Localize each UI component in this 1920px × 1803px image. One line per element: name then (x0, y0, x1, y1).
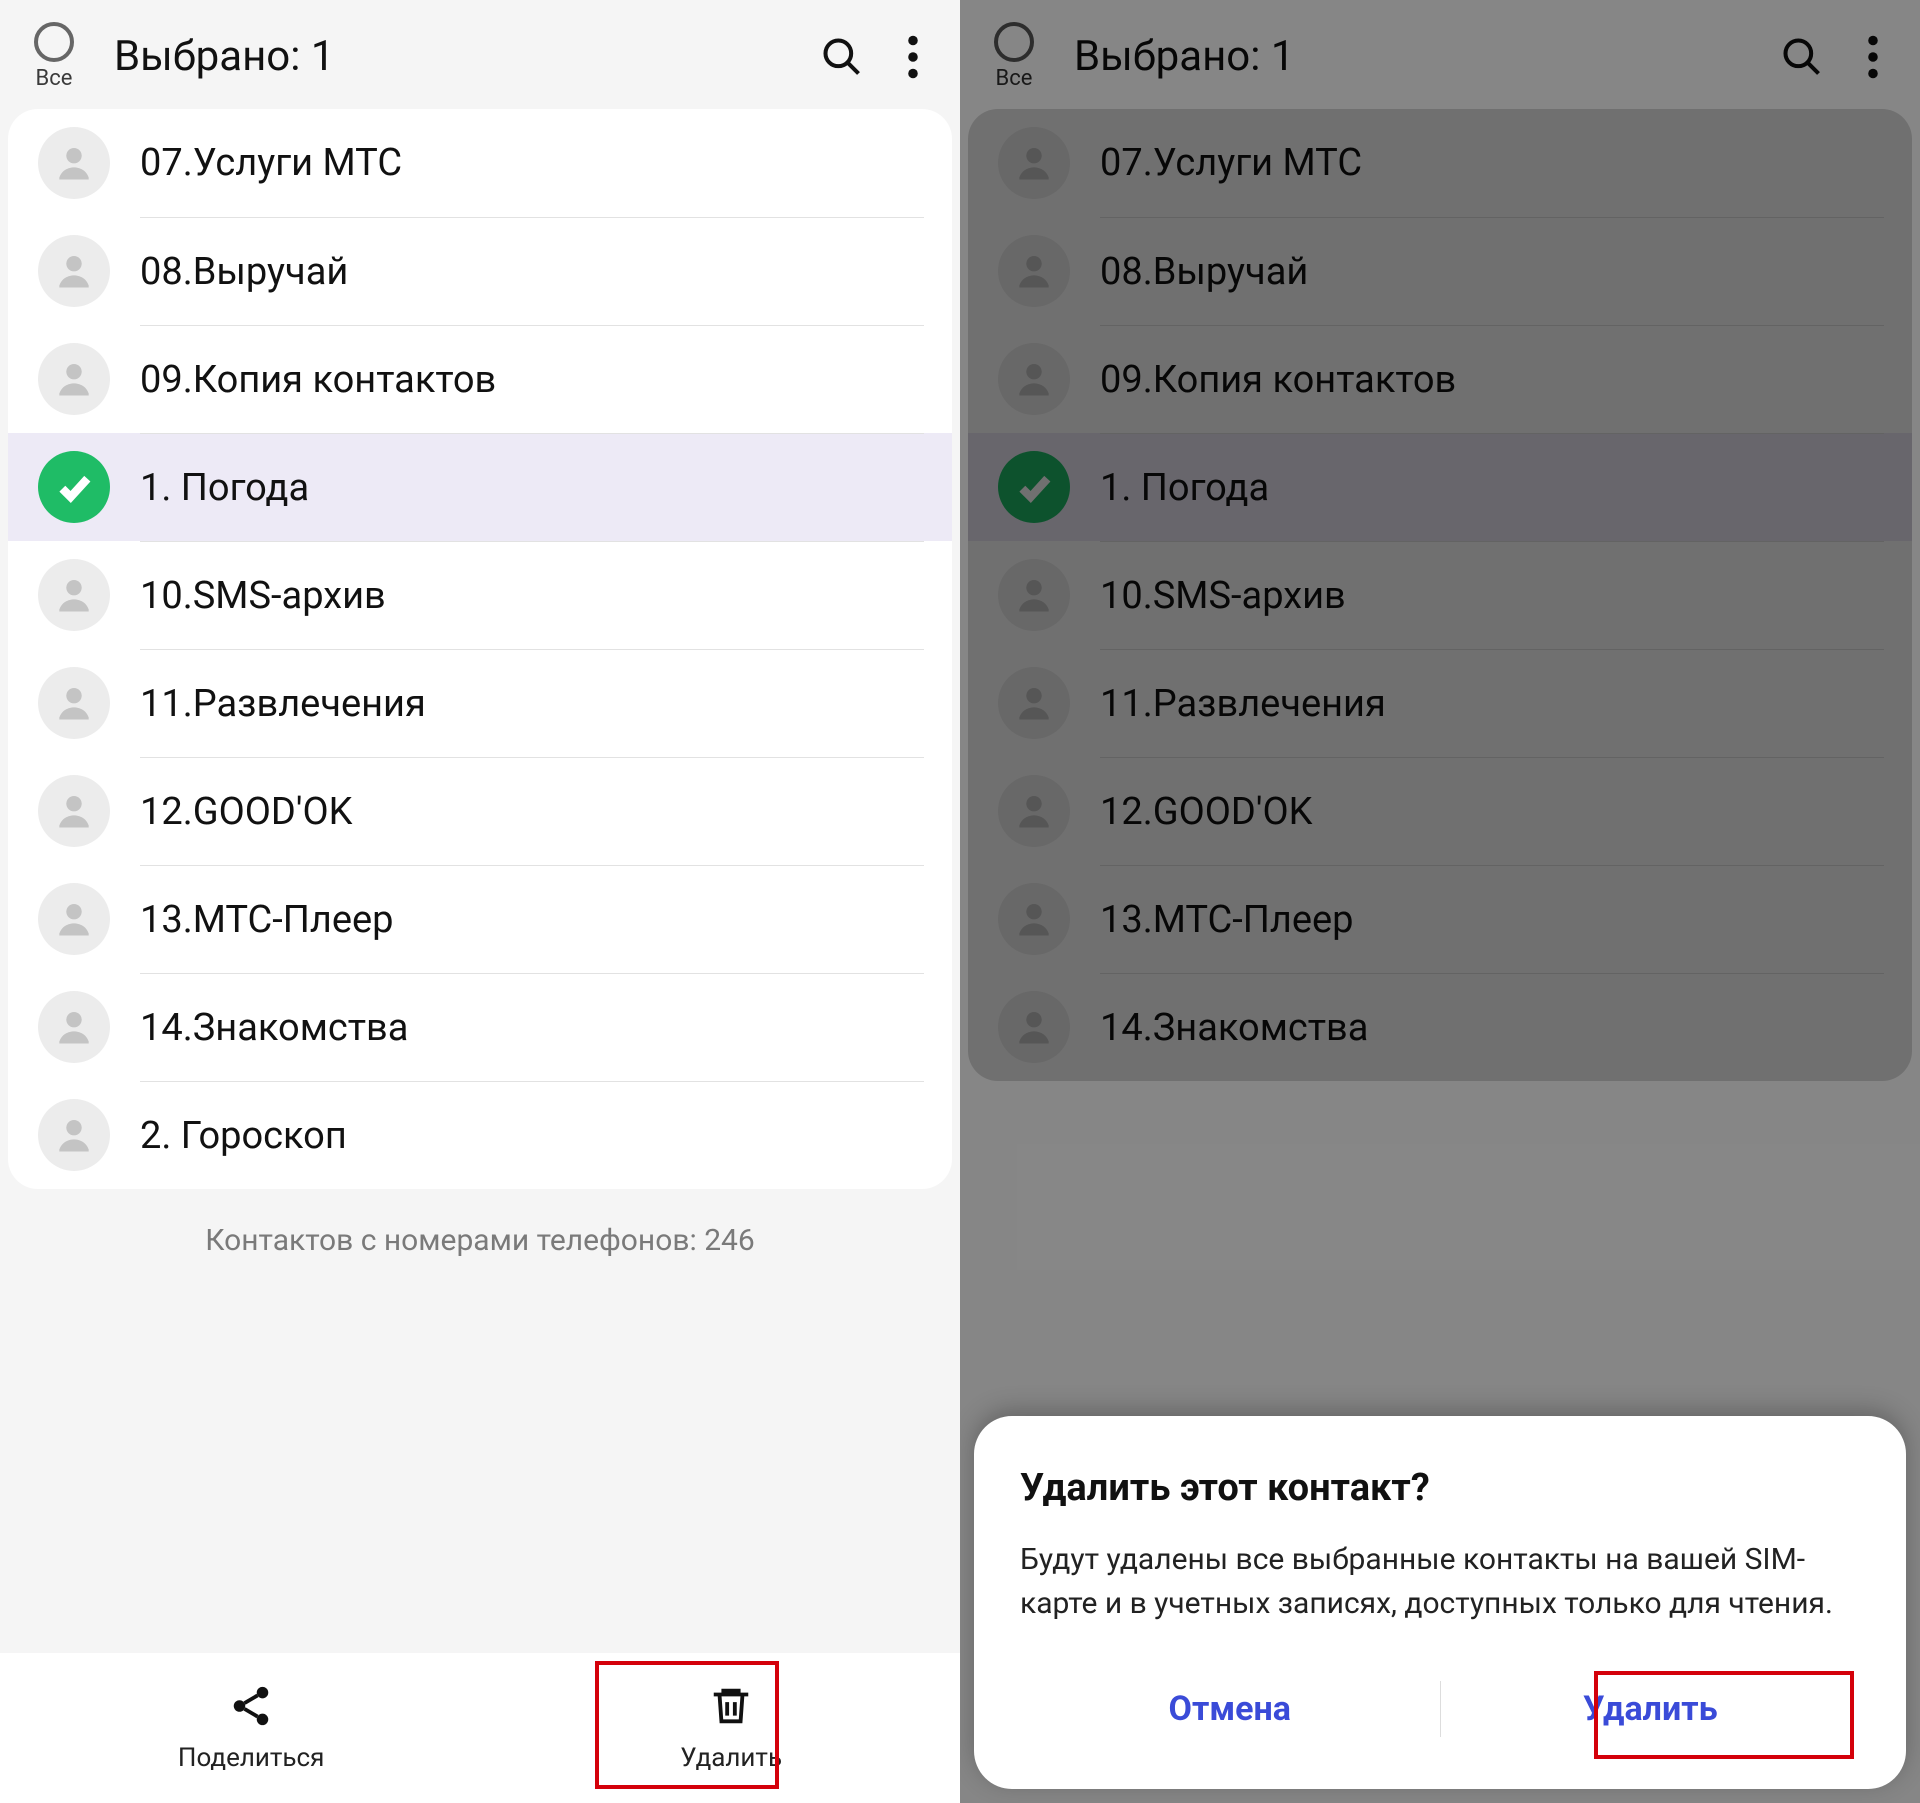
avatar-icon (998, 775, 1070, 847)
contact-name: 14.Знакомства (1100, 1006, 1368, 1050)
avatar-icon (998, 235, 1070, 307)
avatar-icon (38, 667, 110, 739)
dialog-title: Удалить этот контакт? (1020, 1466, 1860, 1510)
contact-row[interactable]: 14.Знакомства (968, 973, 1912, 1081)
contact-name: 09.Копия контактов (140, 358, 496, 402)
header-title: Выбрано: 1 (114, 32, 790, 81)
circle-unchecked-icon (994, 22, 1034, 62)
contact-name: 2. Гороскоп (140, 1114, 347, 1158)
cancel-button[interactable]: Отмена (1020, 1669, 1440, 1749)
contact-name: 11.Развлечения (1100, 682, 1386, 726)
share-button[interactable]: Поделиться (148, 1673, 354, 1783)
contact-name: 08.Выручай (1100, 250, 1308, 294)
avatar-icon (38, 235, 110, 307)
contact-row[interactable]: 09.Копия контактов (968, 325, 1912, 433)
contact-list: 07.Услуги МТС 08.Выручай 09.Копия контакто… (968, 109, 1912, 1081)
contact-name: 08.Выручай (140, 250, 348, 294)
contact-row[interactable]: 11.Развлечения (968, 649, 1912, 757)
bottom-bar: Поделиться Удалить (0, 1653, 960, 1803)
select-all-toggle[interactable]: Все (34, 22, 74, 91)
contact-name: 09.Копия контактов (1100, 358, 1456, 402)
contact-row[interactable]: 2. Гороскоп (8, 1081, 952, 1189)
header-actions (820, 35, 920, 79)
contact-row[interactable]: 09.Копия контактов (8, 325, 952, 433)
contact-row[interactable]: 07.Услуги МТС (8, 109, 952, 217)
contact-name: 07.Услуги МТС (140, 141, 402, 185)
contact-row[interactable]: 14.Знакомства (8, 973, 952, 1081)
avatar-icon (998, 667, 1070, 739)
avatar-icon (38, 559, 110, 631)
share-label: Поделиться (178, 1743, 324, 1773)
contact-row[interactable]: 10.SMS-архив (968, 541, 1912, 649)
confirm-delete-button[interactable]: Удалить (1441, 1669, 1861, 1749)
avatar-icon (998, 343, 1070, 415)
contact-name: 07.Услуги МТС (1100, 141, 1362, 185)
contact-row[interactable]: 12.GOOD'OK (8, 757, 952, 865)
avatar-icon (38, 775, 110, 847)
check-icon (38, 451, 110, 523)
header-actions (1780, 35, 1880, 79)
contact-row[interactable]: 1. Погода (8, 433, 952, 541)
avatar-icon (38, 991, 110, 1063)
avatar-icon (38, 1099, 110, 1171)
contact-name: 13.МТС-Плеер (140, 898, 393, 942)
header: Все Выбрано: 1 (0, 0, 960, 109)
avatar-icon (38, 127, 110, 199)
select-all-toggle: Все (994, 22, 1034, 91)
contact-name: 12.GOOD'OK (140, 790, 352, 834)
delete-label: Удалить (680, 1743, 782, 1773)
contact-list[interactable]: 07.Услуги МТС 08.Выручай 09.Копия контакто… (8, 109, 952, 1189)
header: Все Выбрано: 1 (960, 0, 1920, 109)
delete-button[interactable]: Удалить (650, 1673, 812, 1783)
contact-name: 10.SMS-архив (140, 574, 386, 618)
avatar-icon (998, 559, 1070, 631)
contact-row[interactable]: 07.Услуги МТС (968, 109, 1912, 217)
contact-name: 13.МТС-Плеер (1100, 898, 1353, 942)
contact-row[interactable]: 13.МТС-Плеер (968, 865, 1912, 973)
avatar-icon (998, 127, 1070, 199)
avatar-icon (998, 991, 1070, 1063)
contacts-counter: Контактов с номерами телефонов: 246 (0, 1189, 960, 1278)
trash-icon (708, 1683, 754, 1733)
dialog-actions: Отмена Удалить (1020, 1669, 1860, 1749)
contact-name: 10.SMS-архив (1100, 574, 1346, 618)
search-icon (1780, 35, 1824, 79)
contact-name: 12.GOOD'OK (1100, 790, 1312, 834)
contact-name: 11.Развлечения (140, 682, 426, 726)
screen-select-contacts: Все Выбрано: 1 07.Услуги МТС 08.Выручай 09… (0, 0, 960, 1803)
avatar-icon (38, 343, 110, 415)
header-title: Выбрано: 1 (1074, 32, 1750, 81)
contact-name: 1. Погода (140, 466, 309, 510)
avatar-icon (998, 883, 1070, 955)
more-vert-icon[interactable] (906, 35, 920, 79)
contact-row[interactable]: 13.МТС-Плеер (8, 865, 952, 973)
more-vert-icon (1866, 35, 1880, 79)
contact-row[interactable]: 08.Выручай (968, 217, 1912, 325)
confirm-delete-dialog: Удалить этот контакт? Будут удалены все … (974, 1416, 1906, 1789)
contact-row[interactable]: 12.GOOD'OK (968, 757, 1912, 865)
contact-row[interactable]: 10.SMS-архив (8, 541, 952, 649)
check-icon (998, 451, 1070, 523)
select-all-label: Все (996, 66, 1033, 91)
contact-row[interactable]: 1. Погода (968, 433, 1912, 541)
search-icon[interactable] (820, 35, 864, 79)
contact-row[interactable]: 11.Развлечения (8, 649, 952, 757)
dialog-body: Будут удалены все выбранные контакты на … (1020, 1538, 1860, 1625)
contact-name: 1. Погода (1100, 466, 1269, 510)
circle-unchecked-icon (34, 22, 74, 62)
select-all-label: Все (36, 66, 73, 91)
share-icon (228, 1683, 274, 1733)
screen-delete-dialog: Все Выбрано: 1 07.Услуги МТС 08.Выручай 09… (960, 0, 1920, 1803)
contact-row[interactable]: 08.Выручай (8, 217, 952, 325)
contact-name: 14.Знакомства (140, 1006, 408, 1050)
avatar-icon (38, 883, 110, 955)
